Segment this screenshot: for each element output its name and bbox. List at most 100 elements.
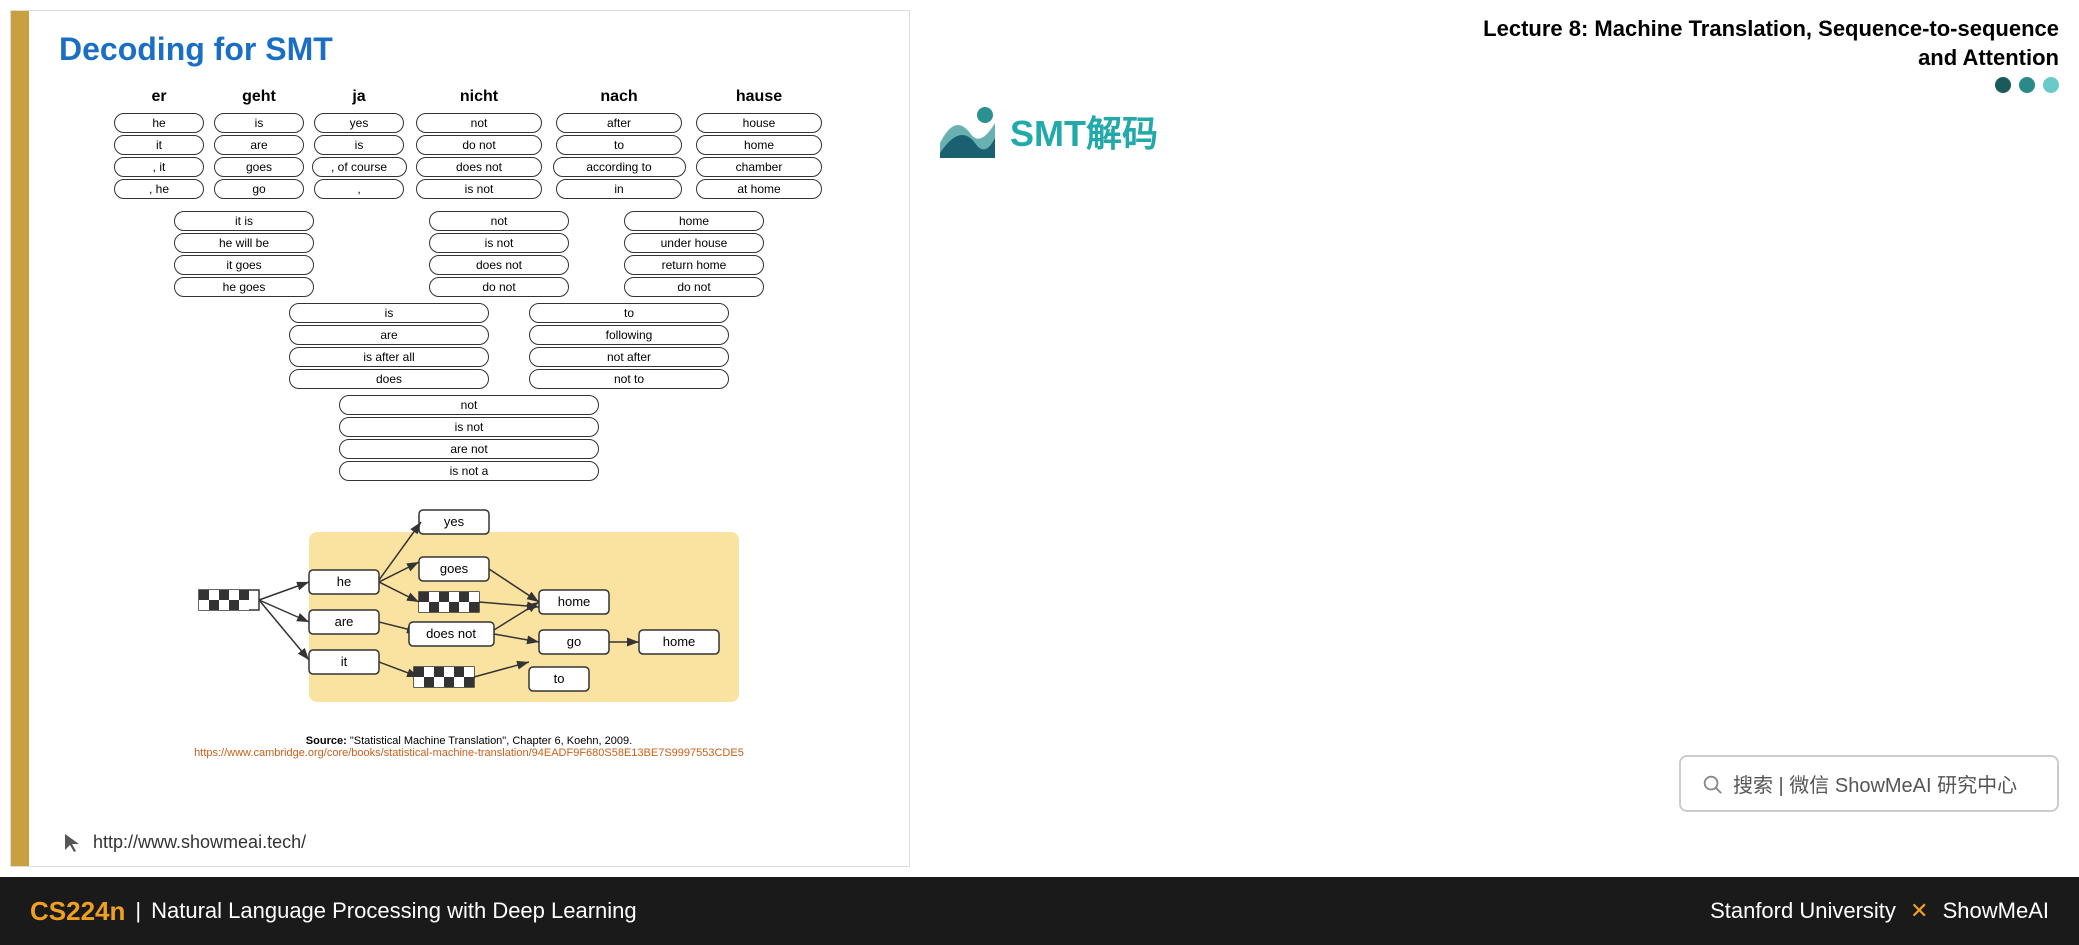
span-phrase: is after all bbox=[289, 347, 489, 367]
url-text: http://www.showmeai.tech/ bbox=[93, 832, 306, 853]
phrase: to bbox=[556, 135, 682, 155]
brand: ShowMeAI bbox=[1943, 898, 2049, 923]
phrase: at home bbox=[696, 179, 822, 199]
span-row-1: it is he will be it goes he goes not is … bbox=[59, 210, 879, 298]
phrase: is bbox=[314, 135, 404, 155]
span-phrase: is not bbox=[339, 417, 599, 437]
col-header-nicht: nicht bbox=[460, 88, 498, 106]
span-phrase: do not bbox=[624, 277, 764, 297]
phrase: yes bbox=[314, 113, 404, 133]
span-phrase: to bbox=[529, 303, 729, 323]
dot-2 bbox=[2019, 77, 2035, 93]
phrase: after bbox=[556, 113, 682, 133]
phrase: go bbox=[214, 179, 304, 199]
span-phrase: not to bbox=[529, 369, 729, 389]
phrase: goes bbox=[214, 157, 304, 177]
ja-nicht-spans: not is not does not do not bbox=[419, 210, 579, 298]
span-phrase: are bbox=[289, 325, 489, 345]
span-row-2: is are is after all does to following no… bbox=[59, 302, 879, 390]
span-phrase: is not a bbox=[339, 461, 599, 481]
span-phrase: it goes bbox=[174, 255, 314, 275]
bottom-right: Stanford University ✕ ShowMeAI bbox=[1710, 898, 2049, 924]
phrase: do not bbox=[416, 135, 542, 155]
search-area: 搜索 | 微信 ShowMeAI 研究中心 bbox=[940, 755, 2059, 862]
col-header-hause: hause bbox=[736, 88, 782, 106]
column-ja: ja yes is , of course , bbox=[309, 88, 409, 200]
phrase: , of course bbox=[312, 157, 407, 177]
column-geht: geht is are goes go bbox=[209, 88, 309, 200]
search-icon bbox=[1701, 773, 1723, 795]
phrase: , he bbox=[114, 179, 204, 199]
phrase: house bbox=[696, 113, 822, 133]
geht-ja-nicht-spans: not is not are not is not a bbox=[329, 394, 609, 482]
cursor-icon bbox=[61, 830, 85, 854]
phrase: is not bbox=[416, 179, 542, 199]
phrase: does not bbox=[416, 157, 542, 177]
search-box[interactable]: 搜索 | 微信 ShowMeAI 研究中心 bbox=[1679, 755, 2059, 812]
bottom-bar: CS224n | Natural Language Processing wit… bbox=[0, 877, 2079, 945]
svg-text:goes: goes bbox=[440, 561, 469, 576]
span-phrase: he goes bbox=[174, 277, 314, 297]
translation-table: er he it , it , he geht is are goes go j… bbox=[59, 88, 879, 200]
logo-text: SMT解码 bbox=[1010, 105, 1158, 157]
span-phrase: are not bbox=[339, 439, 599, 459]
showmeai-logo-icon bbox=[940, 103, 1000, 158]
phrase: he bbox=[114, 113, 204, 133]
right-panel: Lecture 8: Machine Translation, Sequence… bbox=[920, 0, 2079, 877]
span-phrase: he will be bbox=[174, 233, 314, 253]
col-header-ja: ja bbox=[352, 88, 365, 106]
search-label: 搜索 | 微信 ShowMeAI 研究中心 bbox=[1733, 769, 2017, 798]
span-phrase: following bbox=[529, 325, 729, 345]
svg-text:to: to bbox=[554, 671, 565, 686]
phrase: are bbox=[214, 135, 304, 155]
svg-text:home: home bbox=[558, 594, 591, 609]
dots-row bbox=[940, 77, 2059, 93]
span-phrase: is not bbox=[429, 233, 569, 253]
phrase: , bbox=[314, 179, 404, 199]
geht-ja-spans: is are is after all does bbox=[279, 302, 499, 390]
slide-left-bar bbox=[11, 11, 29, 866]
x-symbol: ✕ bbox=[1910, 898, 1928, 923]
svg-text:does not: does not bbox=[426, 626, 476, 641]
main-content: Decoding for SMT er he it , it , he geht… bbox=[0, 0, 2079, 877]
diagram-area: he are it bbox=[59, 497, 879, 727]
column-nicht: nicht not do not does not is not bbox=[409, 88, 549, 200]
slide-title: Decoding for SMT bbox=[59, 31, 879, 68]
phrase: chamber bbox=[696, 157, 822, 177]
span-phrase: not bbox=[339, 395, 599, 415]
course-code: CS224n bbox=[30, 896, 125, 927]
source-text: "Statistical Machine Translation", Chapt… bbox=[350, 735, 632, 747]
span-phrase: home bbox=[624, 211, 764, 231]
phrase: it bbox=[114, 135, 204, 155]
span-row-3: not is not are not is not a bbox=[59, 394, 879, 482]
dot-1 bbox=[1995, 77, 2011, 93]
svg-text:yes: yes bbox=[444, 514, 465, 529]
svg-text:go: go bbox=[567, 634, 581, 649]
source-link[interactable]: https://www.cambridge.org/core/books/sta… bbox=[194, 747, 744, 759]
source-info: Source: "Statistical Machine Translation… bbox=[59, 735, 879, 759]
svg-text:it: it bbox=[341, 654, 348, 669]
nach-hause-spans: home under house return home do not bbox=[619, 210, 769, 298]
column-nach: nach after to according to in bbox=[549, 88, 689, 200]
phrase: , it bbox=[114, 157, 204, 177]
slide-panel: Decoding for SMT er he it , it , he geht… bbox=[10, 10, 910, 867]
col-header-geht: geht bbox=[242, 88, 276, 106]
svg-text:are: are bbox=[335, 614, 354, 629]
column-er: er he it , it , he bbox=[109, 88, 209, 200]
span-phrase: not after bbox=[529, 347, 729, 367]
span-phrase: is bbox=[289, 303, 489, 323]
span-phrase: it is bbox=[174, 211, 314, 231]
lecture-title: Lecture 8: Machine Translation, Sequence… bbox=[940, 15, 2059, 72]
slide-inner: Decoding for SMT er he it , it , he geht… bbox=[29, 11, 909, 866]
dot-3 bbox=[2043, 77, 2059, 93]
phrase: home bbox=[696, 135, 822, 155]
separator: | bbox=[135, 898, 141, 924]
span-phrase: do not bbox=[429, 277, 569, 297]
smt-diagram-svg: he are it bbox=[179, 497, 759, 727]
span-phrase: does bbox=[289, 369, 489, 389]
phrase: is bbox=[214, 113, 304, 133]
ja-nach-spans: to following not after not to bbox=[519, 302, 739, 390]
er-geht-spans: it is he will be it goes he goes bbox=[169, 210, 319, 298]
bottom-left: CS224n | Natural Language Processing wit… bbox=[30, 896, 637, 927]
phrase: not bbox=[416, 113, 542, 133]
